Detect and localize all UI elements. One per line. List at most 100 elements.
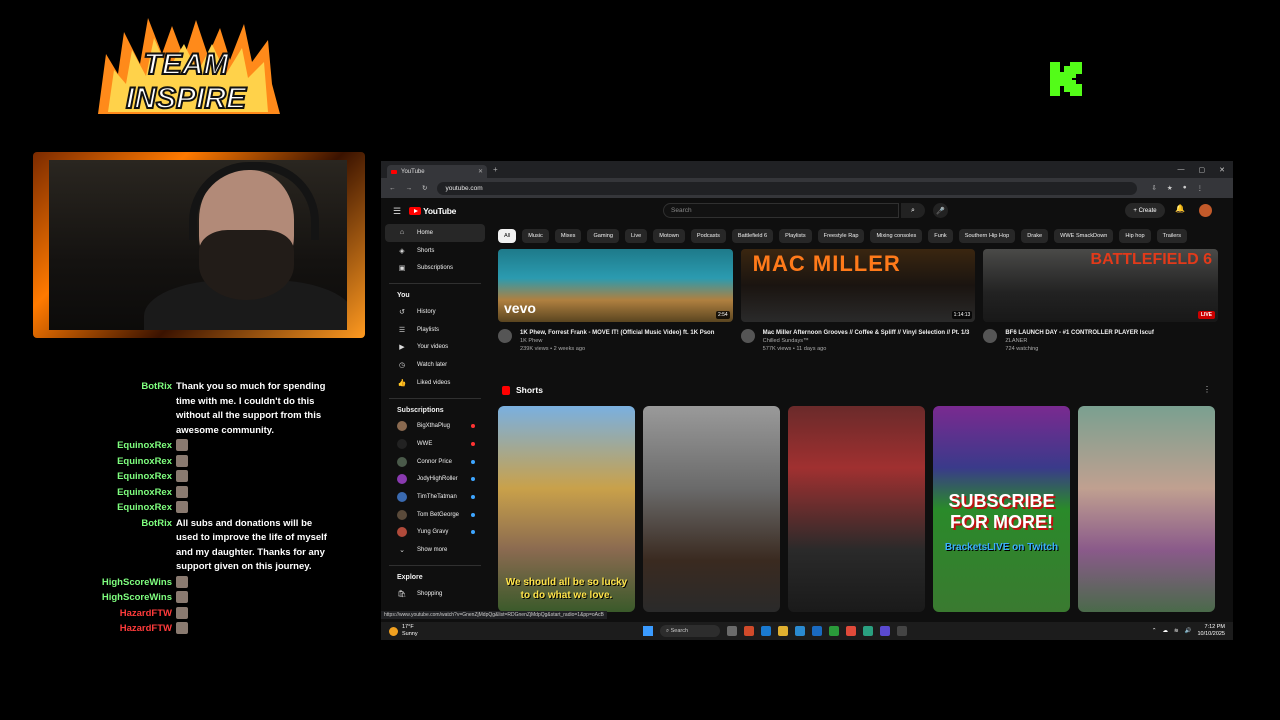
shorts-more-icon[interactable]: ⋮ [1203,385,1211,394]
sidebar-item[interactable]: ◈ Shorts [385,242,485,260]
forward-icon[interactable]: → [406,185,413,192]
notifications-bell-icon[interactable]: 🔔 [1175,204,1185,213]
status-url: https://www.youtube.com/watch?v=GnenZjMd… [381,611,607,619]
short-thumbnail[interactable] [788,406,925,612]
sidebar-item[interactable]: ◷ Watch later [385,356,485,374]
reload-icon[interactable]: ↻ [422,184,427,192]
app-icon-2[interactable] [863,626,873,636]
maximize-icon[interactable]: ▢ [1199,166,1206,174]
menu-dots-icon[interactable]: ⋮ [1197,184,1204,192]
task-view-icon[interactable] [727,626,737,636]
sidebar-item[interactable]: ☰ Playlists [385,321,485,339]
subscription-channel[interactable]: WWE [385,435,485,453]
video-channel[interactable]: 1K Phew [520,337,714,345]
filter-chip[interactable]: WWE SmackDown [1054,229,1114,243]
windows-start-icon[interactable] [643,626,653,636]
chevron-up-icon[interactable]: ⌃ [1152,628,1157,634]
sidebar-item[interactable]: ▣ Subscriptions [385,259,485,277]
edge-icon[interactable] [761,626,771,636]
sidebar-item[interactable]: ↺ History [385,303,485,321]
youtube-logo[interactable]: YouTube [409,206,456,216]
filter-chip[interactable]: Trailers [1156,229,1188,243]
video-card[interactable]: MAC MILLER 1:14:13 Mac Miller Afternoon Gr… [740,249,976,353]
filter-chip[interactable]: Funk [928,229,953,243]
new-tab-button[interactable]: + [493,165,498,174]
short-thumbnail[interactable]: We should all be so lucky to do what we … [498,406,635,612]
video-channel[interactable]: ZLANER [1005,337,1153,345]
close-tab-icon[interactable]: ✕ [478,168,483,175]
microphone-icon[interactable]: 🎤 [933,203,948,218]
subscription-channel[interactable]: Connor Price [385,453,485,471]
channel-avatar[interactable] [498,329,512,343]
video-channel[interactable]: Chilled Sundays™ [763,337,970,345]
back-icon[interactable]: ← [389,185,396,192]
account-avatar[interactable] [1199,204,1212,217]
filter-chip[interactable]: Music [522,229,549,243]
filter-chip[interactable]: Live [625,229,648,243]
file-explorer-icon[interactable] [778,626,788,636]
sidebar-section-heading[interactable]: Explore [385,574,485,581]
url-field[interactable]: youtube.com [437,181,1138,195]
search-input[interactable]: Search [663,203,899,218]
sidebar-item[interactable]: 🛍 Shopping [385,585,485,603]
install-icon[interactable]: ⇩ [1151,184,1156,192]
subscription-channel[interactable]: Tom BetGeorge [385,506,485,524]
subscription-channel[interactable]: JodyHighRoller [385,471,485,489]
filter-chip[interactable]: Playlists [779,229,812,243]
filter-chip[interactable]: Mixing consoles [870,229,923,243]
subscription-channel[interactable]: TimTheTatman [385,488,485,506]
subscription-channel[interactable]: Yung Gravy [385,524,485,542]
discord-icon[interactable] [880,626,890,636]
clock[interactable]: 7:12 PM 10/10/2025 [1197,624,1225,638]
chrome-icon[interactable] [846,626,856,636]
wifi-icon[interactable]: ≋ [1174,628,1179,634]
video-title[interactable]: BF6 LAUNCH DAY - #1 CONTROLLER PLAYER Is… [1005,329,1153,337]
filter-chip[interactable]: Motown [653,229,685,243]
channel-avatar[interactable] [983,329,998,343]
browser-tab[interactable]: YouTube ✕ [387,165,487,178]
bookmark-star-icon[interactable]: ★ [1167,184,1173,192]
taskbar-search[interactable]: ⌕ Search [660,625,720,637]
cloud-icon[interactable]: ☁ [1163,628,1169,634]
filter-chip[interactable]: Battlefield 6 [731,229,774,243]
filter-chip[interactable]: Mixes [554,229,582,243]
filter-chip[interactable]: Podcasts [690,229,726,243]
hamburger-menu-icon[interactable]: ☰ [393,206,401,217]
short-thumbnail[interactable]: SUBSCRIBE FOR MORE! BracketsLIVE on Twitc… [933,406,1070,612]
video-title[interactable]: 1K Phew, Forrest Frank - MOVE IT! (Offic… [520,329,714,337]
short-thumbnail[interactable] [643,406,780,612]
filter-chip[interactable]: Gaming [587,229,620,243]
search-icon[interactable]: ⌕ [901,203,925,218]
video-thumbnail[interactable]: BATTLEFIELD 6 LIVE [983,249,1219,322]
weather-widget[interactable]: 17°F Sunny [389,624,418,638]
minimize-icon[interactable]: — [1178,166,1185,174]
filter-chip[interactable]: Freestyle Rap [817,229,865,243]
video-thumbnail[interactable]: vevo 2:54 [498,249,733,322]
sidebar-section-heading[interactable]: Subscriptions [385,407,485,414]
filter-chip[interactable]: Southern Hip Hop [958,229,1016,243]
sidebar-item[interactable]: ▶ Your videos [385,338,485,356]
store-icon[interactable] [795,626,805,636]
app-icon[interactable] [744,626,754,636]
sidebar-section-heading[interactable]: You [385,292,485,299]
video-title[interactable]: Mac Miller Afternoon Grooves // Coffee &… [763,329,970,337]
sidebar-item[interactable]: ⌄ Show more [385,541,485,559]
filter-chip[interactable]: All [498,229,517,243]
obs-icon[interactable] [897,626,907,636]
xbox-icon[interactable] [829,626,839,636]
filter-chip[interactable]: Drake [1021,229,1049,243]
filter-chip[interactable]: Hip hop [1119,229,1151,243]
close-window-icon[interactable]: ✕ [1219,166,1225,174]
sidebar-item[interactable]: 👍 Liked videos [385,374,485,392]
sidebar-item[interactable]: ⌂ Home [385,224,485,242]
profile-icon[interactable]: ● [1183,184,1187,192]
create-button[interactable]: + Create [1125,203,1165,218]
mail-icon[interactable] [812,626,822,636]
channel-avatar[interactable] [740,329,755,343]
volume-icon[interactable]: 🔊 [1185,628,1192,634]
short-thumbnail[interactable] [1078,406,1215,612]
video-thumbnail[interactable]: MAC MILLER 1:14:13 [740,249,976,322]
video-card[interactable]: BATTLEFIELD 6 LIVE BF6 LAUNCH DAY - #1 CON… [983,249,1219,353]
video-card[interactable]: vevo 2:54 1K Phew, Forrest Frank - MOVE IT… [498,249,733,353]
subscription-channel[interactable]: BigXthaPlug [385,418,485,436]
